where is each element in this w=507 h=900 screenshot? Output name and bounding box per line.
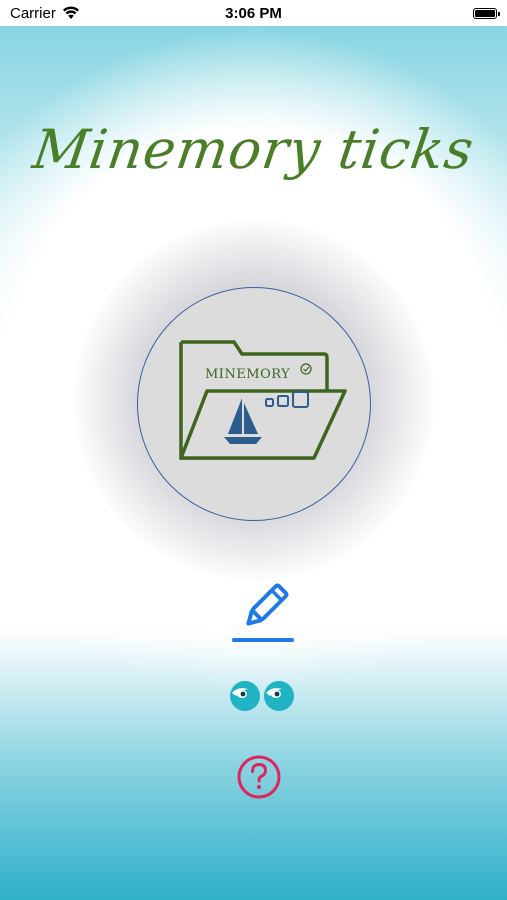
folder-sailboat-icon: MINEMORY	[179, 340, 347, 460]
question-mark-icon	[237, 755, 281, 799]
carrier-label: Carrier	[10, 4, 56, 22]
edit-button[interactable]	[228, 580, 298, 646]
status-time: 3:06 PM	[225, 4, 282, 22]
help-button[interactable]	[234, 752, 284, 802]
eyes-icon	[230, 681, 294, 711]
battery-icon	[473, 7, 500, 19]
battery-fill	[475, 9, 495, 17]
status-bar: Carrier 3:06 PM	[0, 0, 507, 26]
app-title: Minemory ticks	[28, 118, 479, 181]
logo-button[interactable]: MINEMORY	[137, 287, 371, 521]
pencil-icon	[232, 583, 294, 642]
logo-text: MINEMORY	[205, 367, 290, 382]
wifi-icon	[62, 6, 79, 19]
view-button[interactable]	[226, 676, 300, 716]
status-left: Carrier	[10, 5, 80, 22]
